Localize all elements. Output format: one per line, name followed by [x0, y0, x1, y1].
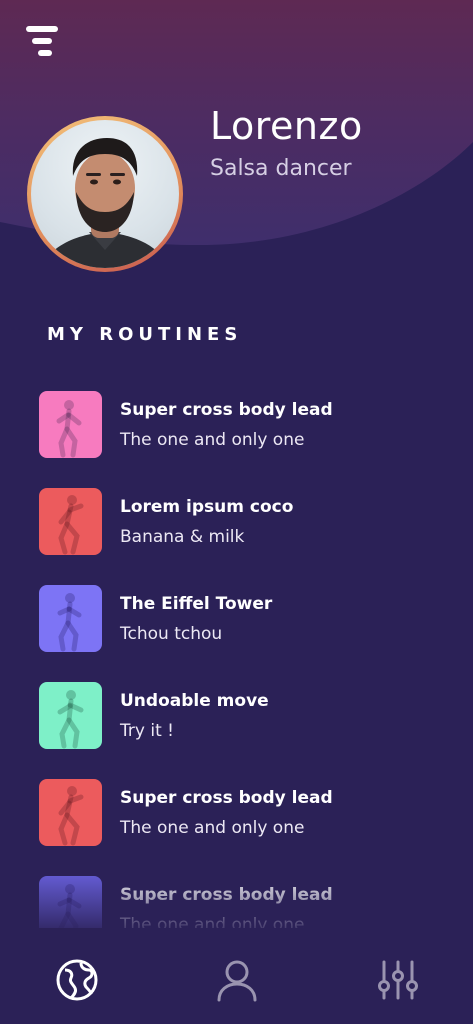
routine-thumbnail [39, 876, 102, 928]
dancer-icon [57, 884, 82, 928]
routine-subtitle: Try it ! [120, 721, 174, 741]
dancer-icon [58, 786, 84, 846]
menu-button[interactable] [26, 26, 60, 60]
routine-title: Lorem ipsum coco [120, 497, 294, 517]
routine-subtitle: The one and only one [120, 818, 305, 838]
routine-item[interactable]: The Eiffel Tower Tchou tchou [0, 584, 473, 654]
routine-item[interactable]: Lorem ipsum coco Banana & milk [0, 487, 473, 557]
routine-thumbnail [39, 391, 102, 458]
routine-thumbnail [39, 779, 102, 846]
avatar-photo [31, 120, 179, 268]
routine-title: Super cross body lead [120, 788, 333, 808]
routine-title: The Eiffel Tower [120, 594, 273, 614]
routine-list[interactable]: Super cross body lead The one and only o… [0, 390, 473, 928]
routine-title: Super cross body lead [120, 885, 333, 905]
user-icon[interactable] [215, 958, 259, 1002]
routine-title: Super cross body lead [120, 400, 333, 420]
profile-role: Salsa dancer [210, 156, 352, 181]
routine-subtitle: Banana & milk [120, 527, 245, 547]
routine-item[interactable]: Super cross body lead The one and only o… [0, 390, 473, 460]
routine-subtitle: Tchou tchou [120, 624, 223, 644]
section-title: MY ROUTINES [47, 324, 243, 345]
routine-item[interactable]: Super cross body lead The one and only o… [0, 875, 473, 928]
routine-thumbnail [39, 682, 102, 749]
menu-bar [32, 38, 52, 44]
routine-thumbnail [39, 488, 102, 555]
menu-bar [26, 26, 58, 32]
dancer-icon [56, 400, 82, 458]
avatar[interactable] [27, 116, 183, 272]
routine-item[interactable]: Super cross body lead The one and only o… [0, 778, 473, 848]
dancer-icon [58, 495, 84, 555]
bottom-nav [0, 928, 473, 1024]
routine-subtitle: The one and only one [120, 915, 305, 928]
profile-name: Lorenzo [210, 104, 363, 148]
routine-thumbnail [39, 585, 102, 652]
globe-icon[interactable] [55, 958, 99, 1002]
routine-item[interactable]: Undoable move Try it ! [0, 681, 473, 751]
routine-subtitle: The one and only one [120, 430, 305, 450]
menu-bar [38, 50, 52, 56]
dancer-icon [57, 593, 82, 652]
routine-title: Undoable move [120, 691, 269, 711]
dancer-icon [57, 690, 84, 749]
sliders-icon[interactable] [376, 958, 420, 1002]
